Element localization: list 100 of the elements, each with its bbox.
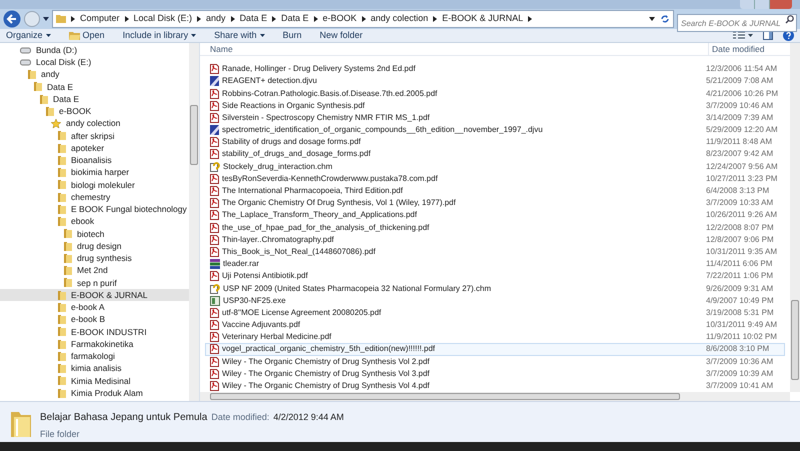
tree-item[interactable]: Data E — [0, 93, 189, 106]
pdf-file-icon — [210, 222, 219, 233]
help-icon[interactable] — [783, 30, 794, 41]
file-row[interactable]: Vaccine Adjuvants.pdf 10/31/2011 9:49 AM — [205, 319, 785, 332]
file-row[interactable]: This_Book_is_Not_Real_(1448607086).pdf 10/31/2011 9:35 AM — [205, 246, 785, 258]
breadcrumb[interactable]: Data E — [281, 12, 309, 26]
tree-item[interactable]: biologi molekuler — [0, 178, 189, 192]
tree-item[interactable]: ebook — [0, 216, 189, 228]
tree-item[interactable]: Data E — [0, 80, 189, 94]
window-controls-icon[interactable] — [740, 0, 792, 9]
file-row[interactable]: Robbins-Cotran.Pathologic.Basis.of.Disease.7th.ed.2005.pdf 4/21/2006 10:26 PM — [205, 87, 785, 100]
breadcrumb[interactable]: E-BOOK & JURNAL — [442, 12, 524, 26]
tree-item[interactable]: e-book A — [0, 301, 189, 314]
file-row[interactable]: Wiley - The Organic Chemistry of Drug Synthesis Vol 3.pdf 3/7/2009 10:39 AM — [205, 368, 785, 380]
file-row[interactable]: tesByRonSeverdia-KennethCrowderwww.pustaka78.com.pdf 10/27/2011 3:23 PM — [205, 172, 785, 185]
file-row[interactable]: stability_of_drugs_and_dosage_forms.pdf 8/23/2007 9:42 AM — [205, 148, 785, 161]
tree-item[interactable]: drug design — [0, 240, 189, 252]
scrollbar[interactable] — [790, 43, 800, 392]
tree-item[interactable]: Bioanalisis — [0, 154, 189, 167]
horizontal-scrollbar[interactable] — [200, 392, 790, 402]
tree-item[interactable]: kimia analisis — [0, 362, 189, 375]
breadcrumb[interactable]: andy — [206, 12, 226, 26]
toolbar-button[interactable]: Burn — [282, 28, 302, 42]
file-row[interactable]: Side Reactions in Organic Synthesis.pdf 3/7/2009 10:46 AM — [205, 100, 785, 112]
file-row[interactable]: REAGENT+ detection.djvu 5/21/2009 7:08 AM — [205, 75, 785, 88]
breadcrumb[interactable]: andy colection — [370, 12, 428, 26]
chevron-icon[interactable] — [230, 16, 235, 22]
column-header[interactable]: Name — [200, 42, 708, 56]
toolbar-button[interactable]: Organize — [6, 28, 51, 42]
file-row[interactable]: Uji Potensi Antibiotik.pdf 7/22/2011 1:06 PM — [205, 270, 785, 282]
folder-icon — [57, 131, 66, 140]
toolbar-button[interactable]: Include in library — [122, 28, 196, 42]
tree-item[interactable]: e-book B — [0, 314, 189, 326]
scrollbar[interactable] — [189, 43, 199, 402]
file-row[interactable]: Veterinary Herbal Medicine.pdf 11/9/2011 10:02 PM — [205, 331, 785, 344]
file-row[interactable]: USP NF 2009 (United States Pharmacopeia 32 National Formulary 27).chm 9/26/2009 9:31 AM — [205, 282, 785, 295]
file-row[interactable]: utf-8''MOE License Agreement 20080205.pdf 3/19/2008 5:31 PM — [205, 306, 785, 320]
file-row[interactable]: USP30-NF25.exe 4/9/2007 10:49 PM — [205, 294, 785, 307]
date-modified: 4/21/2006 10:26 PM — [706, 88, 780, 99]
tree-item[interactable]: Local Disk (E:) — [0, 56, 189, 69]
toolbar-button[interactable]: Share with — [214, 28, 265, 42]
chevron-icon[interactable] — [433, 16, 438, 22]
tree-item[interactable]: after skripsi — [0, 130, 189, 142]
folder-icon — [57, 180, 66, 190]
tree-item[interactable]: E-BOOK & JURNAL — [0, 289, 189, 302]
chevron-icon[interactable] — [314, 16, 318, 22]
search-field[interactable]: Search E-BOOK & JURNAL — [677, 14, 797, 32]
chevron-icon[interactable] — [272, 16, 276, 22]
tree-item[interactable]: chemestry — [0, 191, 189, 204]
chevron-icon[interactable] — [362, 16, 366, 22]
tree-item[interactable]: e-BOOK — [0, 105, 189, 118]
file-row[interactable]: The_Laplace_Transform_Theory_and_Applications.pdf 10/26/2011 9:26 AM — [205, 209, 785, 222]
file-row[interactable]: Wiley - The Organic Chemistry of Drug Synthesis Vol 2.pdf 3/7/2009 10:36 AM — [205, 356, 785, 368]
dropdown-caret-icon[interactable] — [649, 16, 655, 21]
file-name: Veterinary Herbal Medicine.pdf — [222, 331, 332, 344]
file-row[interactable]: tleader.rar 11/4/2011 6:06 PM — [205, 258, 785, 270]
file-row[interactable]: The International Pharmacopoeia, Third Edition.pdf 6/4/2008 3:13 PM — [205, 184, 785, 198]
file-row[interactable]: vogel_practical_organic_chemistry_5th_edition(new)!!!!!!.pdf 8/6/2008 3:10 PM — [205, 343, 785, 356]
tree-item[interactable]: E BOOK Fungal biotechnology — [0, 203, 189, 216]
breadcrumb[interactable]: Computer — [80, 12, 120, 26]
breadcrumb[interactable]: Local Disk (E:) — [134, 12, 192, 26]
tree-item[interactable]: andy — [0, 68, 189, 81]
breadcrumb[interactable]: e-BOOK — [322, 12, 357, 26]
tree-item[interactable]: farmakologi — [0, 350, 189, 363]
file-name: Robbins-Cotran.Pathologic.Basis.of.Disease.7th.ed.2005.pdf — [222, 88, 438, 100]
tree-item[interactable]: Kimia Medisinal — [0, 374, 189, 388]
tree-item[interactable]: biokimia harper — [0, 166, 189, 179]
chevron-icon[interactable] — [124, 16, 129, 22]
toolbar-button[interactable]: Open — [68, 28, 105, 42]
tree-item[interactable]: andy colection — [0, 118, 189, 130]
file-row[interactable]: Wiley - The Organic Chemistry of Drug Synthesis Vol 4.pdf 3/7/2009 10:41 AM — [205, 380, 785, 392]
file-row[interactable]: spectrometric_identification_of_organic_compounds__6th_edition__november_1997_.djvu 5/29/2009 12:20 AM — [205, 124, 785, 136]
file-row[interactable]: The Organic Chemistry Of Drug Synthesis, Vol 1 (Wiley, 1977).pdf 3/7/2009 10:33 AM — [205, 197, 785, 210]
tree-item[interactable]: biotech — [0, 228, 189, 240]
file-row[interactable]: Stockely_drug_interaction.chm 12/24/2007 9:56 AM — [205, 160, 785, 173]
tree-item[interactable]: Kimia Produk Alam — [0, 387, 189, 400]
chevron-icon[interactable] — [71, 16, 75, 22]
tree-item[interactable]: Bunda (D:) — [0, 44, 189, 56]
folder-icon — [57, 204, 66, 214]
view-options-icon[interactable] — [733, 30, 753, 40]
file-row[interactable]: Stability of drugs and dosage forms.pdf 11/9/2011 8:48 AM — [205, 136, 785, 148]
file-row[interactable]: Silverstein - Spectroscopy Chemistry NMR FTIR MS_1.pdf 3/14/2009 7:39 AM — [205, 112, 785, 124]
tree-item[interactable]: apoteker — [0, 142, 189, 154]
tree-item[interactable]: Met 2nd — [0, 264, 189, 277]
date-modified: 3/7/2009 10:46 AM — [706, 100, 774, 111]
file-row[interactable]: the_use_of_hpae_pad_for_the_analysis_of_thickening.pdf 12/2/2008 8:07 PM — [205, 222, 785, 234]
address-bar[interactable]: Computer Local Disk (E:) andy Data E Data E e-BOOK andy colection E-BOOK & JURNAL — [52, 10, 674, 28]
date-modified: 7/22/2011 1:06 PM — [706, 271, 774, 282]
chevron-icon[interactable] — [197, 16, 202, 22]
refresh-icon[interactable] — [660, 14, 670, 24]
tree-item[interactable]: sep n purif — [0, 276, 189, 290]
tree-item[interactable]: Farmakokinetika — [0, 338, 189, 350]
tree-item[interactable]: drug synthesis — [0, 252, 189, 265]
toolbar-button[interactable]: New folder — [320, 28, 363, 42]
file-row[interactable]: Thin-layer..Chromatography.pdf 12/8/2007 9:06 PM — [205, 234, 785, 246]
history-caret-icon[interactable] — [43, 16, 49, 21]
breadcrumb[interactable]: Data E — [240, 12, 268, 26]
chevron-icon[interactable] — [528, 16, 532, 22]
tree-item[interactable]: E-BOOK INDUSTRI — [0, 326, 189, 338]
file-row[interactable]: Ranade, Hollinger - Drug Delivery Systems 2nd Ed.pdf 12/3/2006 11:54 AM — [205, 63, 785, 76]
